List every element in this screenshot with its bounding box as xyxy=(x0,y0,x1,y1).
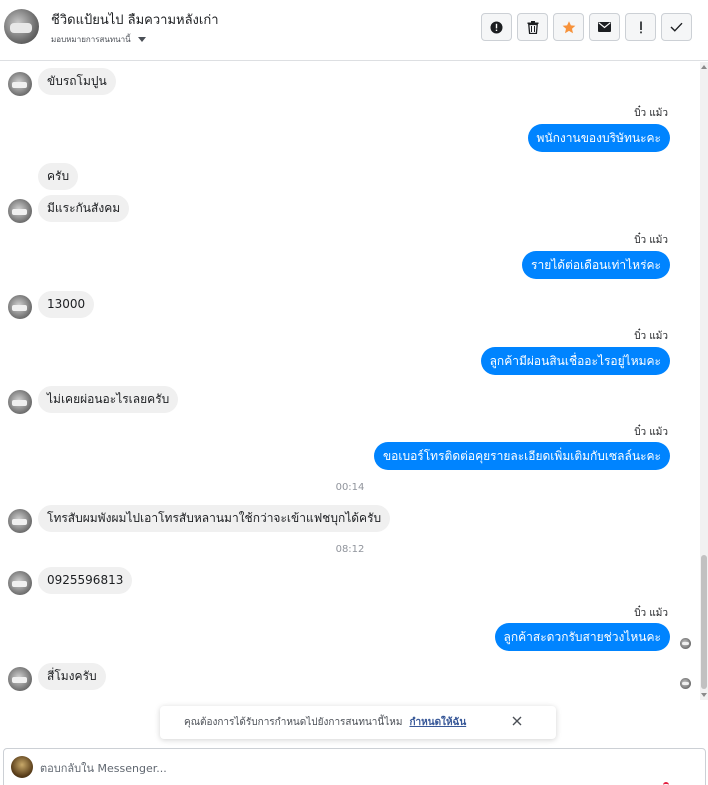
message-outgoing[interactable]: พนักงานของบริษัทนะคะ xyxy=(527,124,670,152)
sender-name: บิ๋ว แม้ว xyxy=(634,427,668,438)
sender-name: บิ๋ว แม้ว xyxy=(634,608,668,619)
report-button[interactable] xyxy=(481,13,512,41)
message-timestamp: 00:14 xyxy=(335,482,365,493)
message-outgoing[interactable]: ลูกค้าสะดวกรับสายช่วงไหนคะ xyxy=(494,623,670,651)
star-button[interactable] xyxy=(553,13,584,41)
contact-avatar[interactable] xyxy=(4,9,39,44)
contact-avatar-small xyxy=(8,390,32,414)
envelope-icon xyxy=(598,22,611,32)
contact-avatar-small xyxy=(8,667,32,691)
message-incoming[interactable]: โทรสับผมพังผมไปเอาโทรสับหลานมาใช้กว่าจะเ… xyxy=(38,505,391,532)
contact-avatar-small xyxy=(8,199,32,223)
seen-receipt-avatar xyxy=(680,638,691,649)
contact-avatar-small xyxy=(8,295,32,319)
assign-label: มอบหมายการสนทนานี้ xyxy=(51,35,131,44)
sender-name: บิ๋ว แม้ว xyxy=(634,235,668,246)
mark-unread-button[interactable] xyxy=(589,13,620,41)
scroll-down-arrow-icon[interactable] xyxy=(701,693,707,697)
thread-scrollbar[interactable] xyxy=(700,62,708,700)
delete-button[interactable] xyxy=(517,13,548,41)
assign-prompt-toast: คุณต้องการได้รับการกำหนดไปยังการสนทนานี้… xyxy=(160,706,556,739)
scrollbar-thumb[interactable] xyxy=(701,555,707,689)
assign-to-me-link[interactable]: กำหนดให้ฉัน xyxy=(409,715,466,730)
conversation-toolbar xyxy=(481,13,692,41)
alert-circle-icon xyxy=(490,21,503,33)
message-outgoing[interactable]: ลูกค้ามีผ่อนสินเชื่ออะไรอยู่ไหมคะ xyxy=(480,347,670,375)
message-incoming[interactable]: ขับรถโมปูน xyxy=(38,68,116,95)
contact-avatar-small xyxy=(8,571,32,595)
message-incoming[interactable]: 0925596813 xyxy=(38,567,133,594)
page-avatar xyxy=(11,756,33,778)
sender-name: บิ๋ว แม้ว xyxy=(634,331,668,342)
message-incoming[interactable]: มีแระกันสังคม xyxy=(38,195,130,222)
contact-avatar-small xyxy=(8,72,32,96)
sender-name: บิ๋ว แม้ว xyxy=(634,108,668,119)
mark-spam-button[interactable] xyxy=(625,13,656,41)
message-timestamp: 08:12 xyxy=(335,544,365,555)
message-outgoing[interactable]: ขอเบอร์โทรติดต่อคุยรายละเอียดเพิ่มเติมกั… xyxy=(373,442,670,470)
message-outgoing[interactable]: รายได้ต่อเดือนเท่าไหร่คะ xyxy=(522,251,670,279)
message-incoming[interactable]: ครับ xyxy=(38,163,79,190)
assign-prompt-text: คุณต้องการได้รับการกำหนดไปยังการสนทนานี้… xyxy=(184,717,403,728)
contact-name[interactable]: ชีวิดแป้ยนไป ลืมความหลังเก่า xyxy=(51,9,219,30)
exclamation-icon xyxy=(639,21,642,33)
checkmark-icon xyxy=(670,22,683,32)
chevron-down-icon xyxy=(137,37,146,42)
conversation-header: ชีวิดแป้ยนไป ลืมความหลังเก่า มอบหมายการส… xyxy=(0,0,708,61)
reply-composer xyxy=(3,748,706,785)
message-thread[interactable]: ขับรถโมปูน บิ๋ว แม้ว พนักงานของบริษัทนะค… xyxy=(0,62,700,700)
trash-icon xyxy=(527,20,538,34)
reply-input[interactable] xyxy=(40,759,640,777)
message-incoming[interactable]: สี่โมงครับ xyxy=(38,663,106,690)
assign-conversation-dropdown[interactable]: มอบหมายการสนทนานี้ xyxy=(51,33,146,46)
message-incoming[interactable]: ไม่เคยผ่อนอะไรเลยครับ xyxy=(38,386,179,413)
star-icon xyxy=(562,20,575,33)
scroll-up-arrow-icon[interactable] xyxy=(701,65,707,69)
message-incoming[interactable]: 13000 xyxy=(38,291,95,318)
seen-receipt-avatar xyxy=(680,678,691,689)
close-icon[interactable] xyxy=(512,716,522,726)
mark-done-button[interactable] xyxy=(661,13,692,41)
contact-avatar-small xyxy=(8,509,32,533)
